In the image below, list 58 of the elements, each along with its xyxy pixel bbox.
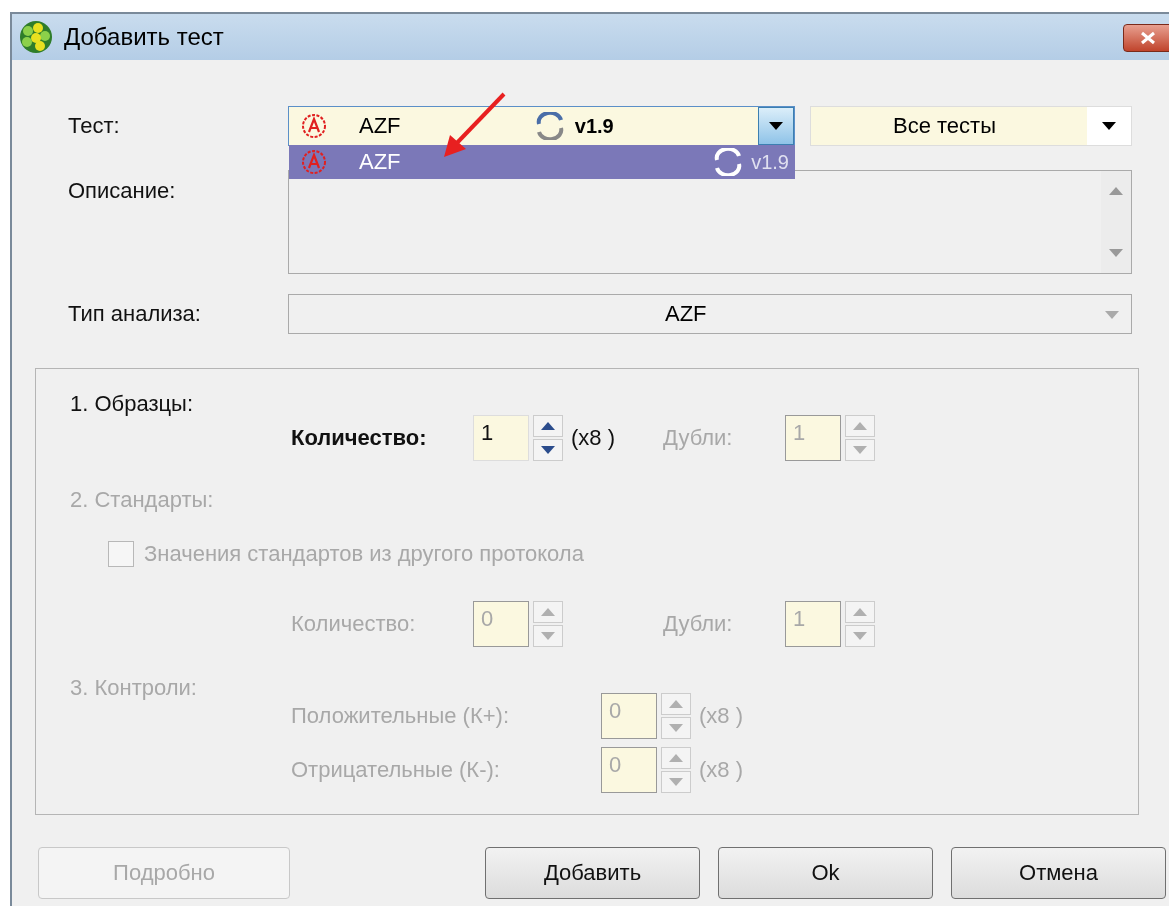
- caret-icon: [541, 422, 555, 430]
- field-label: Тест:: [67, 113, 121, 139]
- version-label: v1.9: [751, 150, 789, 174]
- caret-icon: [669, 724, 683, 732]
- annotation-arrow: [442, 91, 508, 159]
- field-label: Описание:: [67, 177, 177, 204]
- caret-icon: [1105, 311, 1119, 319]
- dropdown-option[interactable]: AZF v1.9: [289, 145, 795, 179]
- caret-icon: [853, 632, 867, 640]
- section-title: 3. Контроли:: [70, 675, 198, 702]
- field-label: Тип анализа:: [67, 301, 202, 327]
- field-label: Количество:: [291, 611, 417, 637]
- multiplier-label: (x8 ): [699, 757, 743, 783]
- dialog-button[interactable]: Ok: [718, 847, 933, 899]
- section-title: 1. Образцы:: [70, 391, 194, 418]
- close-icon: [1139, 31, 1157, 45]
- field-label: Дубли:: [663, 611, 734, 637]
- multiplier-label: (x8 ): [699, 703, 743, 729]
- caret-icon: [853, 422, 867, 430]
- caret-icon: [853, 608, 867, 616]
- field-label: Дубли:: [663, 425, 734, 451]
- dialog-button[interactable]: Отмена: [951, 847, 1166, 899]
- select-value: Все тесты: [893, 113, 996, 139]
- section-title: 2. Стандарты:: [70, 487, 215, 514]
- window-title: Добавить тест: [64, 23, 224, 51]
- circled-letter-icon: [301, 113, 327, 139]
- caret-icon: [1109, 249, 1123, 257]
- caret-icon: [669, 778, 683, 786]
- dialog-button[interactable]: Добавить: [485, 847, 700, 899]
- filter-select[interactable]: Все тесты: [810, 106, 1132, 146]
- caret-icon: [541, 608, 555, 616]
- caret-icon: [669, 754, 683, 762]
- select-value: AZF: [359, 113, 401, 139]
- caret-icon: [853, 446, 867, 454]
- description-field[interactable]: [288, 170, 1132, 274]
- caret-icon: [1102, 122, 1116, 130]
- checkbox-label: Значения стандартов из другого протокола: [144, 541, 584, 567]
- caret-icon: [541, 632, 555, 640]
- field-label: Отрицательные (К-):: [291, 757, 501, 783]
- caret-icon: [1109, 187, 1123, 195]
- version-label: v1.9: [574, 114, 614, 138]
- select-value: AZF: [665, 301, 707, 327]
- field-label: Положительные (К+):: [291, 703, 510, 729]
- option-label: AZF: [359, 149, 401, 175]
- number-field[interactable]: 1: [473, 415, 529, 461]
- multiplier-label: (x8 ): [571, 425, 615, 451]
- field-label: Количество:: [291, 425, 428, 451]
- circled-letter-icon: [301, 149, 327, 175]
- caret-icon: [669, 700, 683, 708]
- caret-icon: [769, 122, 783, 130]
- test-select[interactable]: AZF v1.9: [288, 106, 795, 146]
- caret-icon: [541, 446, 555, 454]
- close-button[interactable]: [1123, 24, 1169, 52]
- dropdown-button[interactable]: [758, 107, 794, 145]
- decrement-button[interactable]: [533, 439, 563, 461]
- scrollbar[interactable]: [1101, 171, 1131, 273]
- increment-button[interactable]: [533, 415, 563, 437]
- analysis-type-select[interactable]: AZF: [288, 294, 1132, 334]
